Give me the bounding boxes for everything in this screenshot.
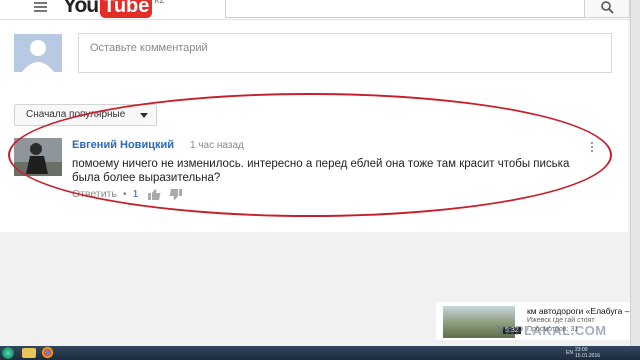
windows-taskbar: EN 23:00 15.01.2016: [0, 346, 640, 360]
logo-tube-text: Tube: [100, 0, 153, 18]
comment-input[interactable]: Оставьте комментарий: [78, 33, 612, 73]
comment-actions: Ответить • 1: [72, 187, 190, 201]
like-count: 1: [132, 188, 139, 200]
thumbs-down-icon[interactable]: [169, 188, 183, 200]
logo-region: KZ: [154, 0, 165, 5]
clock-date: 15.01.2016: [575, 353, 601, 359]
search-button[interactable]: [584, 0, 630, 18]
start-button-icon[interactable]: [2, 347, 14, 359]
menu-icon[interactable]: [34, 2, 47, 12]
language-indicator[interactable]: EN: [566, 350, 573, 356]
comment-timestamp[interactable]: 1 час назад: [190, 140, 244, 151]
reply-button[interactable]: Ответить: [72, 188, 117, 200]
avatar[interactable]: [14, 138, 62, 176]
more-options-icon[interactable]: [590, 142, 594, 154]
comment-author[interactable]: Евгений Новицкий: [72, 139, 174, 151]
profile-photo: [14, 138, 62, 176]
separator: •: [122, 188, 127, 200]
search-input[interactable]: [225, 0, 585, 18]
explorer-icon[interactable]: [22, 348, 36, 358]
masthead: You Tube KZ: [0, 0, 640, 20]
sort-dropdown[interactable]: Сначала популярные: [14, 104, 157, 126]
youtube-logo[interactable]: You Tube KZ: [63, 0, 165, 18]
thumbs-up-icon[interactable]: [148, 188, 161, 200]
logo-you-text: You: [63, 0, 99, 17]
default-avatar-icon: [22, 40, 54, 72]
chevron-down-icon: [140, 113, 148, 118]
user-avatar: [14, 34, 62, 72]
video-title[interactable]: км автодороги «Елабуга –: [527, 306, 630, 316]
comment-text: помоему ничего не изменилось. интересно …: [72, 158, 570, 184]
comments-panel: Оставьте комментарий Сначала популярные …: [0, 20, 628, 232]
scrollbar[interactable]: [630, 0, 640, 346]
chrome-icon[interactable]: [42, 347, 53, 358]
clock[interactable]: 23:00 15.01.2016: [575, 347, 600, 359]
sort-label: Сначала популярные: [26, 109, 126, 120]
comment-placeholder: Оставьте комментарий: [90, 42, 208, 54]
search-icon: [601, 1, 614, 14]
site-watermark: YAPLAKAL.COM: [497, 323, 607, 338]
